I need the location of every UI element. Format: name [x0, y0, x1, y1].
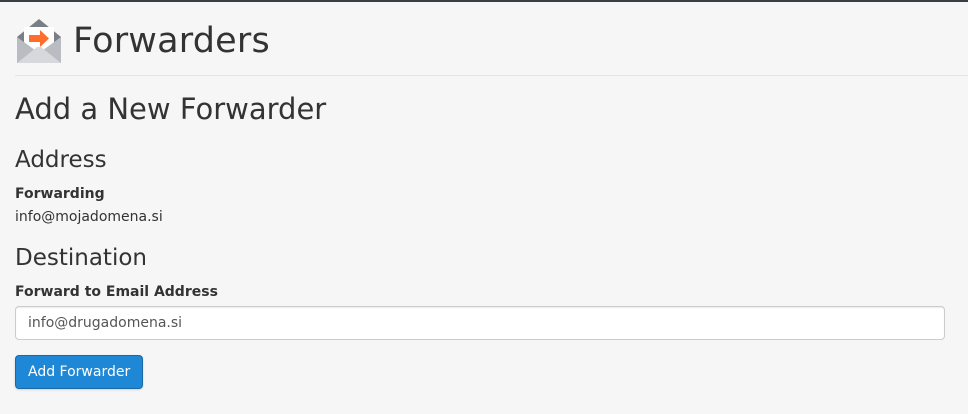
- add-forwarder-button[interactable]: Add Forwarder: [15, 355, 144, 389]
- destination-heading: Destination: [15, 245, 147, 271]
- address-heading: Address: [15, 147, 107, 173]
- email-forward-icon: [17, 19, 61, 63]
- forwarding-label: Forwarding: [15, 186, 105, 202]
- header-divider: [15, 75, 968, 76]
- forwarders-page: Forwarders Add a New Forwarder Address F…: [0, 0, 968, 414]
- page-title: Forwarders: [73, 20, 270, 61]
- add-forwarder-heading: Add a New Forwarder: [15, 92, 327, 126]
- forwarding-address-value: info@mojadomena.si: [15, 209, 163, 225]
- page-header: Forwarders: [15, 16, 270, 66]
- forward-to-email-input[interactable]: [15, 306, 945, 340]
- forward-to-email-label: Forward to Email Address: [15, 284, 218, 300]
